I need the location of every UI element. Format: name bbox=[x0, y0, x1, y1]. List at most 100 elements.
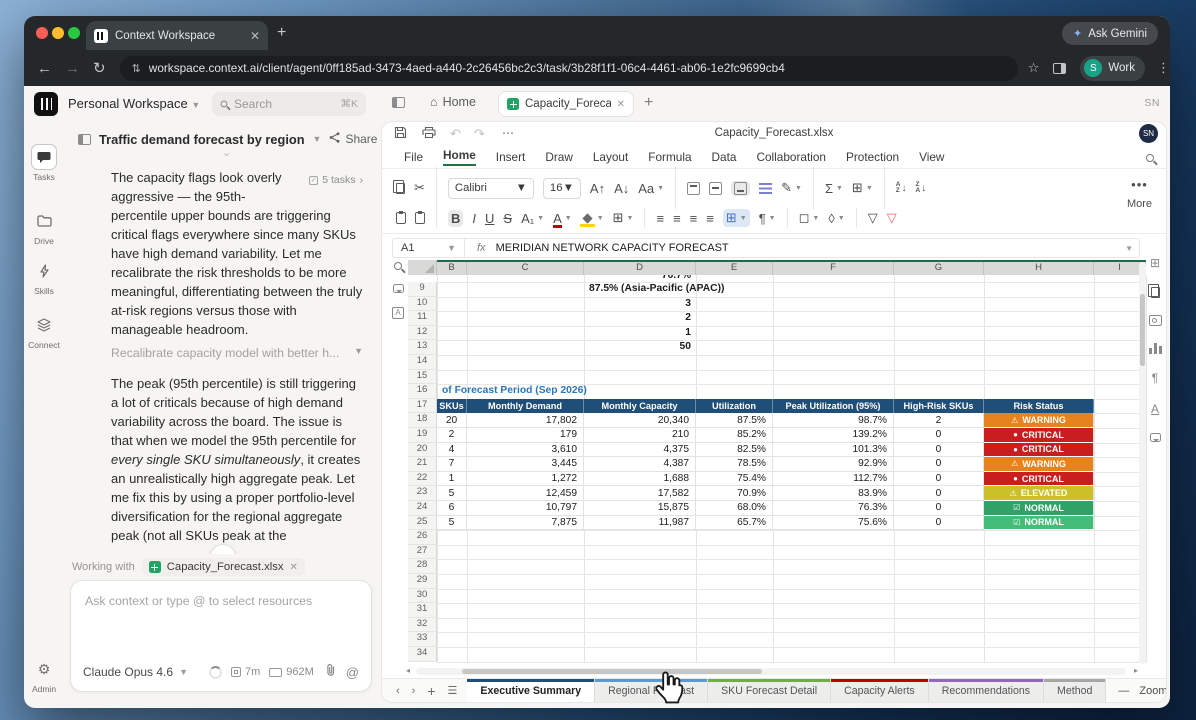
collapsed-task-row[interactable]: Recalibrate capacity model with better h… bbox=[111, 346, 363, 360]
sheet-search-icon[interactable] bbox=[1146, 149, 1154, 167]
bookmark-star-icon[interactable]: ☆ bbox=[1028, 60, 1040, 76]
cell-value[interactable]: 2 bbox=[437, 428, 467, 443]
cut-icon[interactable]: ✂ bbox=[414, 180, 425, 196]
row-header-29[interactable]: 29 bbox=[408, 574, 437, 589]
menu-file[interactable]: File bbox=[404, 150, 423, 164]
cell-value[interactable]: 0 bbox=[894, 443, 984, 458]
app-logo[interactable] bbox=[34, 92, 58, 116]
toolbar-more[interactable]: ••• More bbox=[1127, 177, 1152, 210]
align-bottom-icon[interactable] bbox=[731, 181, 750, 196]
workspace-switcher[interactable]: Personal Workspace ▼ bbox=[68, 96, 200, 111]
decrease-font-icon[interactable]: A↓ bbox=[614, 181, 629, 196]
cell-value[interactable]: 17,582 bbox=[584, 486, 696, 501]
cell-value[interactable]: 4 bbox=[437, 443, 467, 458]
horizontal-scrollbar[interactable] bbox=[416, 668, 1126, 675]
row-header-17[interactable]: 17 bbox=[408, 399, 437, 414]
chat-input[interactable]: Ask context or type @ to select resource… bbox=[70, 580, 372, 692]
row-header-22[interactable]: 22 bbox=[408, 472, 437, 487]
menu-layout[interactable]: Layout bbox=[593, 150, 628, 164]
tasks-badge[interactable]: ✓5 tasks› bbox=[309, 171, 363, 190]
sheet-tab-executive-summary[interactable]: Executive Summary bbox=[467, 679, 595, 702]
formula-expand-icon[interactable]: ▼ bbox=[1125, 244, 1139, 253]
ask-gemini-button[interactable]: ✦ Ask Gemini bbox=[1062, 22, 1158, 45]
cell-value[interactable]: 4,375 bbox=[584, 443, 696, 458]
cell-value[interactable]: 75.6% bbox=[773, 516, 894, 531]
underline-icon[interactable]: U bbox=[485, 211, 494, 226]
insert-cells-icon[interactable]: ⊞▼ bbox=[852, 180, 873, 196]
sheet-user-avatar[interactable]: SN bbox=[1139, 124, 1158, 143]
side-panel-icon[interactable] bbox=[1053, 63, 1066, 74]
back-icon[interactable]: ← bbox=[37, 60, 52, 77]
cell-value[interactable]: 85.2% bbox=[696, 428, 773, 443]
add-sheet-icon[interactable]: + bbox=[427, 683, 435, 699]
cell-value[interactable]: 98.7% bbox=[773, 413, 894, 428]
row-header-24[interactable]: 24 bbox=[408, 501, 437, 516]
cell-partial[interactable]: 76.7% bbox=[584, 275, 696, 282]
cell-value[interactable]: 179 bbox=[467, 428, 584, 443]
borders-icon[interactable]: ⊞▼ bbox=[613, 210, 634, 226]
cell-value[interactable]: 12,459 bbox=[467, 486, 584, 501]
align-middle-icon[interactable] bbox=[709, 182, 722, 195]
shapes-icon[interactable] bbox=[1151, 287, 1160, 298]
column-header-B[interactable]: B bbox=[437, 260, 467, 275]
image-icon[interactable] bbox=[1149, 315, 1162, 326]
cell-value[interactable]: 3,445 bbox=[467, 457, 584, 472]
row-header-12[interactable]: 12 bbox=[408, 326, 437, 341]
row-header-19[interactable]: 19 bbox=[408, 428, 437, 443]
cell-value[interactable]: 11,987 bbox=[584, 516, 696, 531]
tab-close-icon[interactable]: ✕ bbox=[250, 29, 260, 43]
row-header-31[interactable]: 31 bbox=[408, 603, 437, 618]
row-header-34[interactable]: 34 bbox=[408, 647, 437, 662]
paragraph-icon[interactable]: ¶ bbox=[1152, 371, 1158, 385]
column-header-H[interactable]: H bbox=[984, 260, 1094, 275]
row-header-10[interactable]: 10 bbox=[408, 297, 437, 312]
attach-file-icon[interactable] bbox=[325, 663, 337, 682]
merge-cells-icon[interactable]: ⊞▼ bbox=[723, 209, 750, 227]
cell-value[interactable]: 112.7% bbox=[773, 472, 894, 487]
profile-chip[interactable]: S Work bbox=[1080, 56, 1145, 81]
align-top-icon[interactable] bbox=[687, 182, 700, 195]
row-header-33[interactable]: 33 bbox=[408, 632, 437, 647]
menu-formula[interactable]: Formula bbox=[648, 150, 691, 164]
cell-value[interactable]: 5 bbox=[437, 516, 467, 531]
cell-value[interactable]: 20,340 bbox=[584, 413, 696, 428]
cell-value[interactable]: 0 bbox=[894, 457, 984, 472]
menu-collaboration[interactable]: Collaboration bbox=[756, 150, 826, 164]
paste-icon[interactable] bbox=[396, 212, 406, 224]
cell-value[interactable]: 0 bbox=[894, 428, 984, 443]
comment-panel-icon[interactable] bbox=[1150, 433, 1161, 442]
cell-value[interactable]: 76.3% bbox=[773, 501, 894, 516]
cell-value[interactable]: 3,610 bbox=[467, 443, 584, 458]
cell-value[interactable]: 7,875 bbox=[467, 516, 584, 531]
chevron-down-icon[interactable]: ▼ bbox=[313, 134, 322, 144]
row-header-20[interactable]: 20 bbox=[408, 443, 437, 458]
italic-icon[interactable]: I bbox=[472, 211, 476, 226]
sidebar-item-skills[interactable]: Skills bbox=[24, 258, 64, 296]
sidebar-item-tasks[interactable]: Tasks bbox=[24, 144, 64, 182]
expand-panel-icon[interactable] bbox=[78, 134, 91, 145]
cell-value[interactable]: 0 bbox=[894, 516, 984, 531]
site-settings-icon[interactable]: ⇅ bbox=[132, 62, 141, 75]
text-direction-icon[interactable]: ¶▼ bbox=[759, 211, 776, 226]
sheet-tab-sku-forecast-detail[interactable]: SKU Forecast Detail bbox=[708, 679, 831, 702]
align-left-icon[interactable]: ≡ bbox=[656, 211, 664, 226]
column-header-D[interactable]: D bbox=[584, 260, 696, 275]
cell-value[interactable]: 68.0% bbox=[696, 501, 773, 516]
zoom-out-icon[interactable]: — bbox=[1118, 685, 1129, 697]
cell-value[interactable]: 6 bbox=[437, 501, 467, 516]
risk-status-cell[interactable]: ☑NORMAL bbox=[984, 501, 1094, 516]
subscript-icon[interactable]: A₁▼ bbox=[521, 211, 544, 226]
zoom-search-icon[interactable] bbox=[394, 262, 402, 270]
row-header-26[interactable]: 26 bbox=[408, 530, 437, 545]
vertical-scrollbar-thumb[interactable] bbox=[1140, 294, 1145, 366]
row-header-27[interactable]: 27 bbox=[408, 545, 437, 560]
row-header-9[interactable]: 9 bbox=[408, 282, 437, 297]
model-selector[interactable]: Claude Opus 4.6 ▼ bbox=[83, 665, 188, 679]
cell-D13[interactable]: 50 bbox=[584, 340, 696, 355]
autosum-icon[interactable]: Σ▼ bbox=[825, 181, 843, 196]
table-header-6[interactable]: High-Risk SKUs bbox=[894, 399, 984, 414]
cell-value[interactable]: 92.9% bbox=[773, 457, 894, 472]
table-header-5[interactable]: Peak Utilization (95%) bbox=[773, 399, 894, 414]
cell-value[interactable]: 7 bbox=[437, 457, 467, 472]
eraser-icon[interactable]: ◊▼ bbox=[828, 211, 844, 226]
